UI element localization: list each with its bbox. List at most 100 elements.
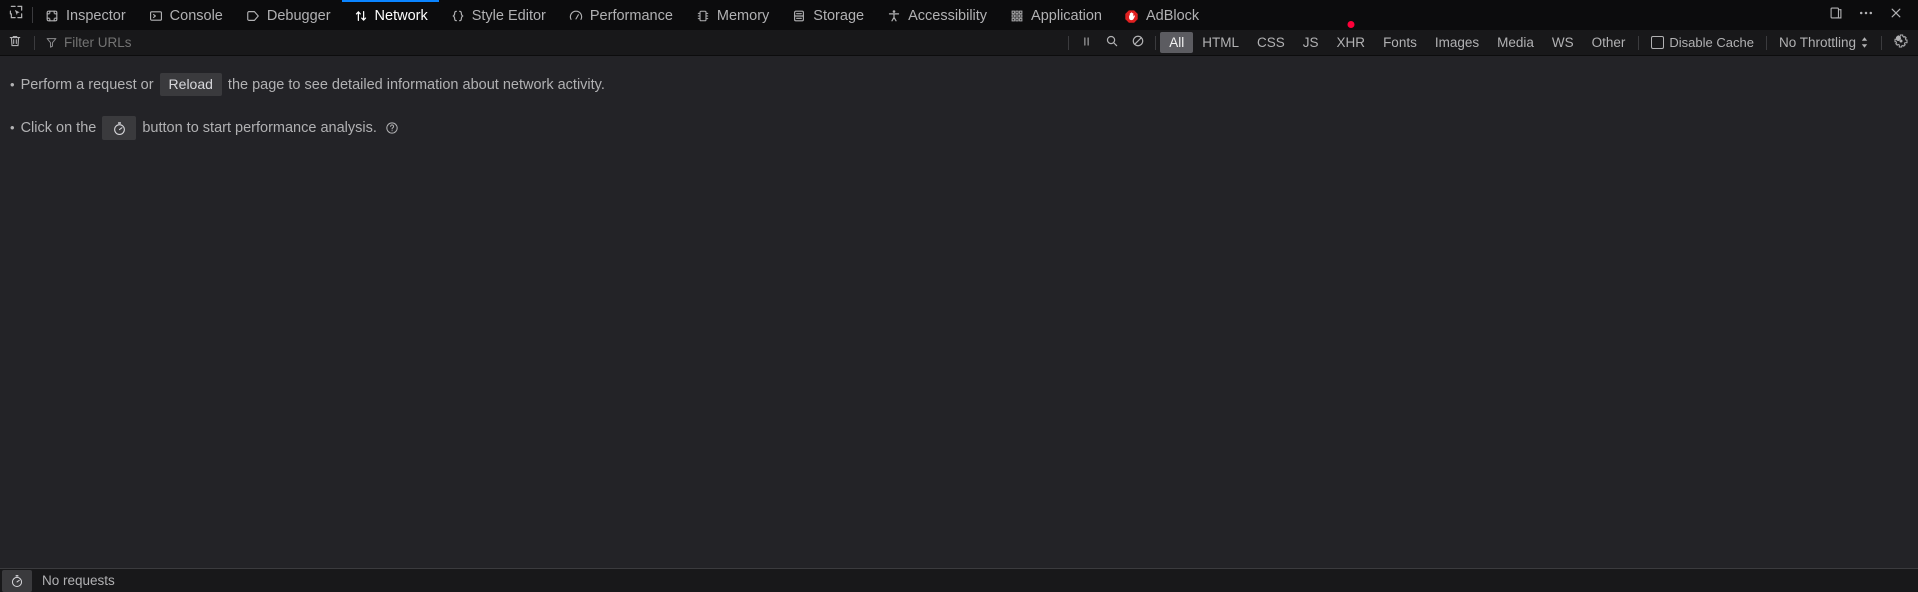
- devtools-tabs: Inspector Console Debugger Network Style…: [33, 0, 1822, 30]
- tab-storage[interactable]: Storage: [780, 0, 875, 30]
- tab-console[interactable]: Console: [137, 0, 234, 30]
- tab-debugger[interactable]: Debugger: [234, 0, 342, 30]
- dock-position-icon: [1829, 6, 1843, 25]
- status-text: No requests: [42, 573, 115, 588]
- type-filter-media[interactable]: Media: [1488, 32, 1543, 53]
- hint-text-before: Perform a request or: [20, 76, 154, 93]
- network-empty-state: • Perform a request or Reload the page t…: [0, 57, 1918, 568]
- tab-network[interactable]: Network: [341, 0, 439, 30]
- tab-style-editor[interactable]: Style Editor: [439, 0, 557, 30]
- network-settings-button[interactable]: [1886, 31, 1916, 55]
- hint-performance-analysis: • Click on the button to start performan…: [10, 116, 1918, 140]
- type-filter-label: HTML: [1202, 35, 1240, 50]
- tab-accessibility[interactable]: Accessibility: [875, 0, 998, 30]
- toolbar-divider: [1881, 35, 1882, 50]
- tab-label: Console: [169, 7, 223, 24]
- tab-label: AdBlock: [1145, 7, 1200, 24]
- type-filter-js[interactable]: JS: [1294, 32, 1328, 53]
- network-status-bar: No requests: [0, 568, 1918, 592]
- tab-label: Application: [1031, 7, 1102, 24]
- stopwatch-icon: [10, 574, 24, 588]
- type-filter-ws[interactable]: WS: [1543, 32, 1583, 53]
- type-filter-label: CSS: [1257, 35, 1285, 50]
- tab-label: Style Editor: [471, 7, 546, 24]
- trash-icon: [8, 34, 22, 51]
- help-circle-icon[interactable]: [385, 121, 399, 135]
- type-filter-label: XHR: [1336, 35, 1366, 50]
- tab-label: Accessibility: [908, 7, 988, 24]
- more-options-button[interactable]: [1852, 1, 1880, 29]
- tab-performance[interactable]: Performance: [557, 0, 684, 30]
- network-icon: [353, 8, 369, 24]
- memory-chip-icon: [695, 8, 711, 24]
- block-requests-button[interactable]: [1125, 32, 1151, 54]
- tab-application[interactable]: Application: [998, 0, 1113, 30]
- type-filter-other[interactable]: Other: [1583, 32, 1635, 53]
- network-toolbar: All HTML CSS JS XHR Fonts Images Media W…: [0, 21, 1918, 64]
- type-filter-label: Images: [1434, 35, 1480, 50]
- filter-urls-input[interactable]: [64, 35, 1065, 50]
- tab-memory[interactable]: Memory: [684, 0, 780, 30]
- stopwatch-icon: [112, 121, 127, 136]
- pause-icon: [1080, 35, 1093, 51]
- type-filter-css[interactable]: CSS: [1248, 32, 1294, 53]
- tab-label: Network: [374, 7, 428, 24]
- reload-button[interactable]: Reload: [159, 73, 222, 96]
- hint-text-before: Click on the: [20, 120, 97, 136]
- hint-perform-request: • Perform a request or Reload the page t…: [10, 73, 1918, 96]
- element-picker-icon: [9, 5, 24, 25]
- type-filter-label: Other: [1591, 35, 1626, 50]
- close-devtools-button[interactable]: [1882, 1, 1910, 29]
- block-requests-icon: [1131, 34, 1145, 51]
- toolbar-divider: [34, 35, 35, 50]
- tab-label: Memory: [716, 7, 770, 24]
- hint-text-after: the page to see detailed information abo…: [227, 76, 605, 93]
- toolbar-divider: [1765, 35, 1767, 50]
- adblock-icon: [1124, 8, 1140, 24]
- toolbar-divider: [1638, 35, 1640, 50]
- type-filter-xhr[interactable]: XHR: [1328, 21, 1375, 64]
- filter-funnel-icon: [45, 36, 58, 49]
- checkbox-box[interactable]: [1651, 36, 1665, 49]
- throttling-value: No Throttling: [1778, 35, 1856, 50]
- pause-requests-button[interactable]: [1073, 32, 1099, 54]
- updown-arrows-icon: [1860, 36, 1869, 49]
- throttling-dropdown[interactable]: No Throttling: [1771, 35, 1877, 50]
- type-filter-fonts[interactable]: Fonts: [1374, 32, 1426, 53]
- console-icon: [148, 8, 164, 24]
- type-filter-label: WS: [1551, 35, 1574, 50]
- type-filter-label: JS: [1302, 35, 1319, 50]
- type-filter-label: Fonts: [1383, 35, 1417, 50]
- database-icon: [791, 8, 807, 24]
- hint-text-after: button to start performance analysis.: [142, 120, 377, 136]
- more-options-icon: [1858, 5, 1874, 26]
- performance-analysis-button[interactable]: [102, 116, 137, 140]
- inspector-icon: [44, 8, 60, 24]
- search-button[interactable]: [1099, 32, 1125, 54]
- statusbar-performance-button[interactable]: [2, 569, 32, 592]
- toolbar-divider: [1155, 35, 1157, 50]
- gauge-icon: [568, 8, 584, 24]
- type-filter-label: All: [1169, 35, 1185, 50]
- braces-icon: [450, 8, 466, 24]
- gear-icon: [1893, 33, 1909, 52]
- tab-label: Inspector: [66, 7, 126, 24]
- new-request-indicator-top: [1347, 21, 1355, 28]
- tab-inspector[interactable]: Inspector: [33, 0, 137, 30]
- disable-cache-label: Disable Cache: [1669, 35, 1754, 50]
- type-filter-images[interactable]: Images: [1426, 32, 1488, 53]
- search-icon: [1105, 34, 1119, 51]
- dock-position-button[interactable]: [1822, 1, 1850, 29]
- clear-requests-button[interactable]: [0, 31, 30, 55]
- disable-cache-checkbox[interactable]: Disable Cache: [1643, 35, 1762, 50]
- toolbar-divider: [1068, 35, 1070, 50]
- toolbox-controls: [1822, 0, 1918, 30]
- devtools-tab-bar: Inspector Console Debugger Network Style…: [0, 0, 1918, 30]
- filter-urls-box[interactable]: [39, 33, 1065, 53]
- type-filter-all[interactable]: All: [1160, 32, 1194, 53]
- type-filter-html[interactable]: HTML: [1193, 32, 1248, 53]
- close-icon: [1889, 6, 1903, 25]
- accessibility-icon: [886, 8, 902, 24]
- tab-adblock[interactable]: AdBlock: [1113, 0, 1210, 30]
- element-picker-button[interactable]: [0, 0, 32, 30]
